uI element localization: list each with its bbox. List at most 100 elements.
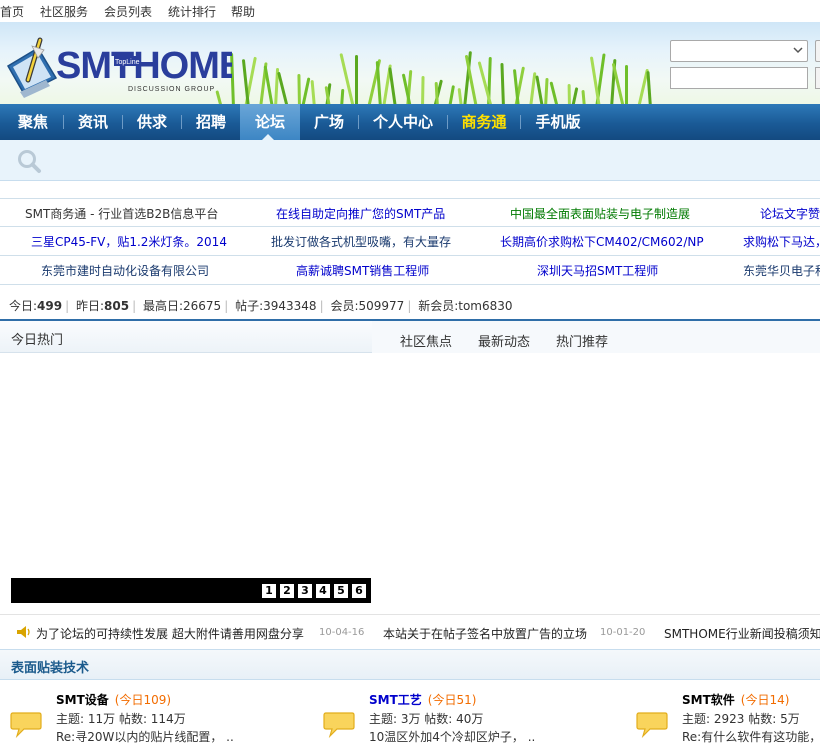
grass-blade — [297, 73, 301, 104]
grass-blade — [277, 71, 289, 104]
slide-page-button[interactable]: 2 — [280, 584, 294, 598]
announcement-bar: 为了论坛的可持续性发展 超大附件请善用网盘分享 10-04-16 本站关于在帖子… — [0, 614, 820, 650]
stat-today: 499 — [37, 299, 63, 313]
forum-last-post-link[interactable]: Re:寻20W以内的贴片线配置， .. — [56, 728, 234, 745]
speaker-icon — [17, 626, 30, 638]
svg-text:TopLine: TopLine — [115, 59, 140, 66]
stat-members-label: 会员: — [330, 299, 359, 313]
nav-news[interactable]: 资讯 — [64, 104, 122, 140]
toplink-help[interactable]: 帮助 — [231, 3, 255, 20]
forum-last-post-link[interactable]: 10温区外加4个冷却区炉子， .. — [369, 728, 535, 745]
ad-row: SMT商务通 - 行业首选B2B信息平台 在线自助定向推广您的SMT产品 中国最… — [0, 198, 820, 227]
stat-posts: 3943348 — [263, 299, 317, 313]
forum-stats-text: 主题: 11万 帖数: 114万 — [56, 712, 186, 726]
toplink-members[interactable]: 会员列表 — [104, 3, 152, 20]
grass-blade — [301, 77, 311, 104]
header-button-bottom[interactable] — [815, 67, 820, 89]
header-button-top[interactable] — [815, 40, 820, 62]
stat-posts-label: 帖子: — [235, 299, 264, 313]
forum-stats-text: 主题: 3万 帖数: 40万 — [369, 712, 484, 726]
grass-blade — [544, 77, 549, 104]
toplink-stats[interactable]: 统计排行 — [168, 3, 216, 20]
hot-topics-header: 今日热门 社区焦点 最新动态 热门推荐 — [0, 321, 820, 353]
grass-blade — [581, 89, 586, 104]
forum-entry: SMT工艺 (今日51) 主题: 3万 帖数: 40万 10温区外加4个冷却区炉子… — [313, 680, 593, 745]
grass-blade — [646, 70, 652, 104]
ad-link[interactable]: 深圳天马招SMT工程师 — [537, 262, 658, 279]
grass-blade — [500, 62, 505, 104]
ad-link[interactable]: 东莞华贝电子科 — [743, 262, 820, 279]
slide-page-button[interactable]: 6 — [352, 584, 366, 598]
tab-latest-activity[interactable]: 最新动态 — [478, 331, 530, 350]
grass-blade — [448, 85, 455, 104]
newest-member-link[interactable]: tom6830 — [458, 299, 512, 313]
svg-text:DISCUSSION GROUP: DISCUSSION GROUP — [128, 86, 215, 93]
forum-status-icon — [10, 712, 42, 738]
active-nav-pointer — [262, 134, 274, 140]
nav-supply[interactable]: 供求 — [123, 104, 181, 140]
grass-blade — [388, 67, 397, 104]
site-logo[interactable]: SMTHOME TopLine DISCUSSION GROUP — [2, 28, 244, 104]
forum-today-count: (今日109) — [114, 693, 172, 707]
ad-link[interactable]: 高薪诚聘SMT销售工程师 — [296, 262, 429, 279]
grass-blade — [355, 55, 358, 104]
stat-max-label: 最高日: — [142, 299, 184, 313]
forum-last-post-link[interactable]: Re:有什么软件有这功能， — [682, 728, 820, 745]
main-nav: 聚焦 资讯 供求 招聘 论坛 广场 个人中心 商务通 手机版 — [0, 104, 820, 140]
grass-blade — [375, 61, 382, 104]
slide-page-button[interactable]: 5 — [334, 584, 348, 598]
announcement-link[interactable]: SMTHOME行业新闻投稿须知 — [664, 625, 820, 642]
slideshow-image[interactable] — [11, 354, 371, 578]
slide-page-button[interactable]: 1 — [262, 584, 276, 598]
forum-name-link[interactable]: SMT设备 (今日109) — [56, 691, 171, 708]
ad-link[interactable]: 三星CP45-FV，贴1.2米灯条。2014 — [31, 233, 227, 250]
grass-blade — [457, 87, 463, 104]
ad-link[interactable]: 求购松下马达， — [743, 233, 820, 250]
grass-blade — [571, 87, 579, 104]
grass-blade — [625, 65, 628, 104]
ad-link[interactable]: 中国最全面表面贴装与电子制造展 — [510, 205, 690, 222]
toplink-community[interactable]: 社区服务 — [40, 3, 88, 20]
search-bar — [0, 140, 820, 181]
announcement-link[interactable]: 本站关于在帖子签名中放置广告的立场 — [383, 625, 587, 642]
grass-blade — [567, 83, 571, 104]
ad-link[interactable]: 批发订做各式机型吸嘴，有大量存 — [271, 233, 451, 250]
search-icon[interactable] — [16, 148, 42, 174]
tab-community-focus[interactable]: 社区焦点 — [400, 331, 452, 350]
stat-newmember-label: 新会员: — [418, 299, 459, 313]
stat-max: 26675 — [183, 299, 222, 313]
grass-blade — [310, 79, 316, 104]
ad-link[interactable]: 长期高价求购松下CM402/CM602/NP — [500, 233, 704, 250]
nav-jobs[interactable]: 招聘 — [182, 104, 240, 140]
nav-business[interactable]: 商务通 — [448, 104, 520, 140]
category-header: 表面贴装技术 — [0, 650, 820, 680]
search-scope-select[interactable] — [670, 40, 808, 62]
forum-name-link[interactable]: SMT工艺 (今日51) — [369, 691, 476, 708]
forum-stats-text: 主题: 2923 帖数: 5万 — [682, 712, 800, 726]
ad-link[interactable]: SMT商务通 - 行业首选B2B信息平台 — [25, 205, 218, 222]
svg-text:SMTHOME: SMTHOME — [56, 45, 232, 87]
forum-entry: SMT软件 (今日14) 主题: 2923 帖数: 5万 Re:有什么软件有这功能… — [626, 680, 820, 745]
nav-square[interactable]: 广场 — [300, 104, 358, 140]
ad-link[interactable]: 东莞市建时自动化设备有限公司 — [41, 262, 209, 279]
header-search-input[interactable] — [670, 67, 808, 89]
ad-link[interactable]: 在线自助定向推广您的SMT产品 — [276, 205, 445, 222]
header-banner: SMTHOME TopLine DISCUSSION GROUP — [0, 22, 820, 104]
forum-name-link[interactable]: SMT软件 (今日14) — [682, 691, 789, 708]
stat-yesterday-label: 昨日: — [75, 299, 105, 313]
forum-today-count: (今日14) — [740, 693, 790, 707]
hot-topics-title: 今日热门 — [11, 333, 64, 348]
stat-today-label: 今日: — [9, 299, 38, 313]
nav-focus[interactable]: 聚焦 — [0, 104, 66, 140]
slide-page-button[interactable]: 4 — [316, 584, 330, 598]
toplink-home[interactable]: 首页 — [0, 3, 24, 20]
slide-page-button[interactable]: 3 — [298, 584, 312, 598]
nav-mobile[interactable]: 手机版 — [521, 104, 595, 140]
announcement-link[interactable]: 为了论坛的可持续性发展 超大附件请善用网盘分享 — [36, 625, 304, 642]
tab-hot-recommend[interactable]: 热门推荐 — [556, 331, 608, 350]
forum-entry: SMT设备 (今日109) 主题: 11万 帖数: 114万 Re:寻20W以内的… — [0, 680, 280, 745]
ad-link[interactable]: 论坛文字赞 — [760, 205, 820, 222]
announcement-date: 10-01-20 — [600, 627, 646, 638]
nav-personal[interactable]: 个人中心 — [359, 104, 447, 140]
category-title[interactable]: 表面贴装技术 — [11, 657, 89, 676]
